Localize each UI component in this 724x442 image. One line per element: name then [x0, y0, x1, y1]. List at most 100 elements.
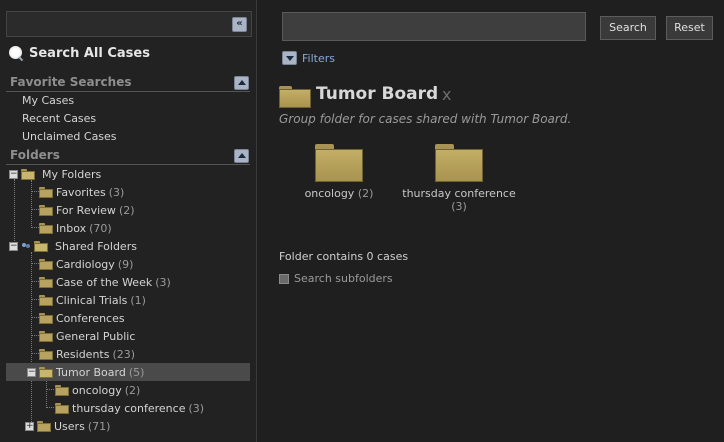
tree-label: My Folders	[42, 167, 102, 181]
tree-node-general-public[interactable]: General Public	[39, 327, 135, 345]
tree-count: (3)	[155, 275, 171, 289]
tree-count: (9)	[117, 257, 134, 271]
tree-node-conferences[interactable]: Conferences	[39, 309, 125, 327]
subfolder-oncology-caption[interactable]: oncology (2)	[289, 187, 389, 200]
folder-icon	[39, 294, 53, 306]
tree-count: (1)	[130, 293, 146, 307]
folder-icon	[39, 204, 53, 216]
search-subfolders-label: Search subfolders	[294, 272, 393, 285]
tree-label: Shared Folders	[55, 239, 137, 253]
folder-icon	[39, 258, 53, 270]
folder-description: Group folder for cases shared with Tumor…	[279, 112, 572, 126]
folder-icon	[39, 276, 53, 288]
tree-label: thursday conference	[72, 401, 186, 415]
sidebar: « Search All Cases Favorite Searches My …	[0, 0, 257, 442]
collapse-node-icon[interactable]: −	[9, 169, 18, 179]
tree-label: Clinical Trials	[56, 293, 128, 307]
subfolder-thursday-conference-icon[interactable]	[435, 144, 483, 182]
reset-button[interactable]: Reset	[666, 16, 713, 40]
search-subfolders-checkbox[interactable]	[279, 273, 289, 284]
folder-icon	[39, 348, 53, 360]
favorite-searches-heading: Favorite Searches	[10, 75, 132, 89]
tree-label: Case of the Week	[56, 275, 153, 289]
tree-count: (3)	[108, 185, 125, 199]
tree-node-tumor-board[interactable]: − Tumor Board (5)	[6, 363, 250, 381]
collapse-node-icon[interactable]: −	[27, 367, 36, 377]
favorite-search-unclaimed-cases[interactable]: Unclaimed Cases	[22, 130, 117, 143]
tree-node-for-review[interactable]: For Review (2)	[39, 201, 135, 219]
tree-node-residents[interactable]: Residents (23)	[39, 345, 135, 363]
tree-line	[31, 299, 39, 300]
folder-icon	[39, 312, 53, 324]
folder-open-icon	[34, 240, 48, 252]
search-button[interactable]: Search	[600, 16, 656, 40]
sidebar-top-bar: «	[6, 11, 252, 37]
tree-count: (2)	[124, 383, 141, 397]
tree-node-shared-folders[interactable]: − Shared Folders	[9, 237, 137, 255]
tree-line	[46, 378, 47, 408]
tree-count: (71)	[87, 419, 111, 433]
folders-heading: Folders	[10, 148, 60, 162]
tree-line	[46, 407, 54, 408]
subfolder-thursday-conference-caption[interactable]: thursday conference (3)	[394, 187, 524, 213]
subfolder-name: thursday conference	[402, 187, 516, 200]
tree-count: (3)	[188, 401, 205, 415]
tree-label: General Public	[56, 329, 136, 343]
tree-line	[31, 335, 39, 336]
tree-label: Residents	[56, 347, 110, 361]
tree-line	[31, 263, 39, 264]
folder-case-count: Folder contains 0 cases	[279, 250, 409, 263]
tree-count: (23)	[112, 347, 136, 361]
current-folder-icon	[279, 86, 311, 108]
collapse-folders-icon[interactable]	[234, 149, 249, 163]
main-panel: Search Reset Filters Tumor Board x Group…	[258, 0, 724, 442]
search-all-cases-label: Search All Cases	[29, 45, 150, 61]
tree-node-oncology[interactable]: oncology (2)	[55, 381, 140, 399]
tree-node-clinical-trials[interactable]: Clinical Trials (1)	[39, 291, 146, 309]
folder-icon	[55, 384, 69, 396]
tree-node-favorites[interactable]: Favorites (3)	[39, 183, 124, 201]
close-folder-icon[interactable]: x	[442, 85, 451, 104]
tree-line	[31, 317, 39, 318]
tree-label: Cardiology	[56, 257, 115, 271]
tree-node-users[interactable]: + Users (71)	[25, 417, 110, 435]
tree-node-inbox[interactable]: Inbox (70)	[39, 219, 112, 237]
folder-open-icon	[39, 366, 53, 378]
tree-line	[31, 252, 32, 426]
tree-count: (70)	[89, 221, 112, 235]
tree-label: Users	[54, 419, 85, 433]
tree-label: Favorites	[56, 185, 106, 199]
favorite-search-my-cases[interactable]: My Cases	[22, 94, 74, 107]
tree-label: Inbox	[56, 221, 87, 235]
tree-node-case-of-the-week[interactable]: Case of the Week (3)	[39, 273, 171, 291]
subfolder-oncology-icon[interactable]	[315, 144, 363, 182]
folder-icon	[39, 186, 53, 198]
filters-label: Filters	[302, 51, 335, 65]
tree-label: oncology	[72, 383, 122, 397]
case-search-input[interactable]	[282, 12, 586, 41]
collapse-sidebar-icon[interactable]: «	[232, 17, 247, 32]
tree-node-thursday-conference[interactable]: thursday conference (3)	[55, 399, 204, 417]
shared-users-icon	[21, 242, 31, 250]
tree-line	[31, 281, 39, 282]
folder-title: Tumor Board	[316, 84, 439, 104]
folder-open-icon	[21, 168, 35, 180]
tree-line	[31, 180, 32, 228]
folders-header: Folders	[6, 148, 250, 165]
tree-count: (2)	[118, 203, 135, 217]
search-all-cases-link[interactable]: Search All Cases	[8, 44, 150, 62]
tree-node-my-folders[interactable]: − My Folders	[9, 165, 101, 183]
collapse-node-icon[interactable]: −	[9, 241, 18, 251]
expand-node-icon[interactable]: +	[25, 421, 34, 431]
folder-icon	[55, 402, 69, 414]
favorite-search-recent-cases[interactable]: Recent Cases	[22, 112, 96, 125]
tree-line	[46, 389, 54, 390]
tree-node-cardiology[interactable]: Cardiology (9)	[39, 255, 133, 273]
tree-line	[31, 353, 39, 354]
tree-label: For Review	[56, 203, 116, 217]
collapse-favorites-icon[interactable]	[234, 76, 249, 90]
folder-icon	[39, 222, 53, 234]
subfolder-name: oncology	[304, 187, 355, 200]
search-subfolders-option[interactable]: Search subfolders	[279, 272, 393, 285]
filters-toggle[interactable]: Filters	[282, 51, 335, 65]
